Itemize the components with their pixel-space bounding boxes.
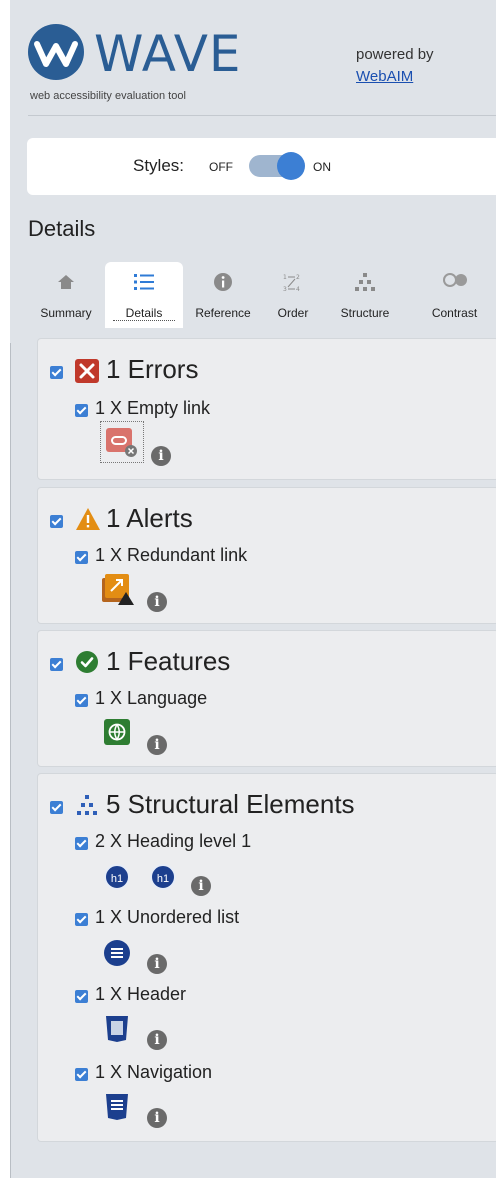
tab-details-label: Details [113,306,175,321]
tab-order[interactable]: 1 2 3 4 Order [263,262,323,328]
alerts-checkbox[interactable] [50,515,63,528]
alert-icon [76,508,100,530]
powered-by: powered by WebAIM [356,44,434,88]
header-info-icon[interactable]: i [147,1030,167,1050]
styles-off-label: OFF [209,160,233,174]
page-title: Details [28,216,96,241]
heading-info-icon[interactable]: i [191,876,211,896]
structure-group: 5 Structural Elements 2 X Heading level … [37,773,496,1142]
redundant-link-info-icon[interactable]: i [147,592,167,612]
order-icon: 1 2 3 4 [263,272,323,294]
home-icon [27,272,105,294]
redundant-link-icon[interactable] [102,574,136,606]
contrast-icon [407,272,496,294]
wave-logo-text: WAVE [94,25,242,83]
header-label: 1 X Header [95,984,187,1004]
tab-details[interactable]: Details [105,262,183,328]
styles-label: Styles: [133,156,185,175]
redundant-link-label: 1 X Redundant link [95,545,248,565]
page-divider [10,343,11,1178]
wave-sidebar: WAVE web accessibility evaluation tool p… [10,0,496,1178]
navigation-icon[interactable] [105,1093,129,1121]
webaim-link[interactable]: WebAIM [356,68,413,85]
errors-group: 1 Errors 1 X Empty link i [37,338,496,480]
svg-text:1: 1 [283,274,287,281]
unordered-list-label: 1 X Unordered list [95,907,240,927]
heading-checkbox[interactable] [75,837,88,850]
empty-link-label: 1 X Empty link [95,398,211,418]
alerts-title: 1 Alerts [106,503,193,533]
feature-icon [76,651,98,673]
language-info-icon[interactable]: i [147,735,167,755]
navigation-label: 1 X Navigation [95,1062,213,1082]
tab-reference-label: Reference [195,306,251,320]
unordered-list-icon[interactable] [104,940,130,966]
styles-toggle-knob[interactable] [277,152,305,180]
errors-title: 1 Errors [106,354,199,384]
heading-icon[interactable]: h1 [150,864,176,890]
tab-order-label: Order [277,306,309,320]
redundant-link-checkbox[interactable] [75,551,88,564]
tab-contrast-label: Contrast [431,306,478,320]
powered-by-label: powered by [356,46,434,63]
features-group: 1 Features 1 X Language i [37,630,496,767]
empty-link-checkbox[interactable] [75,404,88,417]
structure-icon [323,272,407,294]
tab-reference[interactable]: Reference [183,262,263,328]
language-icon[interactable] [104,719,130,745]
unordered-list-info-icon[interactable]: i [147,954,167,974]
header-divider [28,115,496,116]
tab-bar: Summary Details Reference 1 2 3 4 Order Str… [27,262,496,328]
empty-link-icon[interactable] [100,421,144,463]
structure-title: 5 Structural Elements [106,789,355,819]
list-icon [105,272,183,294]
tab-contrast[interactable]: Contrast [407,262,496,328]
header-checkbox[interactable] [75,990,88,1003]
svg-text:4: 4 [296,286,300,293]
wave-logo-icon [28,24,84,80]
svg-text:2: 2 [296,274,300,281]
wave-tagline: web accessibility evaluation tool [30,90,186,102]
language-checkbox[interactable] [75,694,88,707]
features-title: 1 Features [106,646,231,676]
unordered-list-checkbox[interactable] [75,913,88,926]
errors-checkbox[interactable] [50,366,63,379]
error-icon [75,359,99,383]
empty-link-info-icon[interactable]: i [151,446,171,466]
navigation-checkbox[interactable] [75,1068,88,1081]
wave-header: WAVE web accessibility evaluation tool p… [10,0,496,118]
tab-structure[interactable]: Structure [323,262,407,328]
tab-summary-label: Summary [40,306,92,320]
heading-icon[interactable]: h1 [104,864,130,890]
tab-structure-label: Structure [340,306,390,320]
styles-on-label: ON [313,160,331,174]
features-checkbox[interactable] [50,658,63,671]
tab-summary[interactable]: Summary [27,262,105,328]
language-label: 1 X Language [95,688,208,708]
navigation-info-icon[interactable]: i [147,1108,167,1128]
structure-icon [77,795,97,815]
svg-text:3: 3 [283,286,287,293]
structure-checkbox[interactable] [50,801,63,814]
header-icon[interactable] [105,1015,129,1043]
info-icon [183,272,263,294]
styles-toggle[interactable] [249,152,305,180]
styles-bar: Styles: OFF ON [27,138,496,195]
heading-label: 2 X Heading level 1 [95,831,252,851]
alerts-group: 1 Alerts 1 X Redundant link i [37,487,496,624]
